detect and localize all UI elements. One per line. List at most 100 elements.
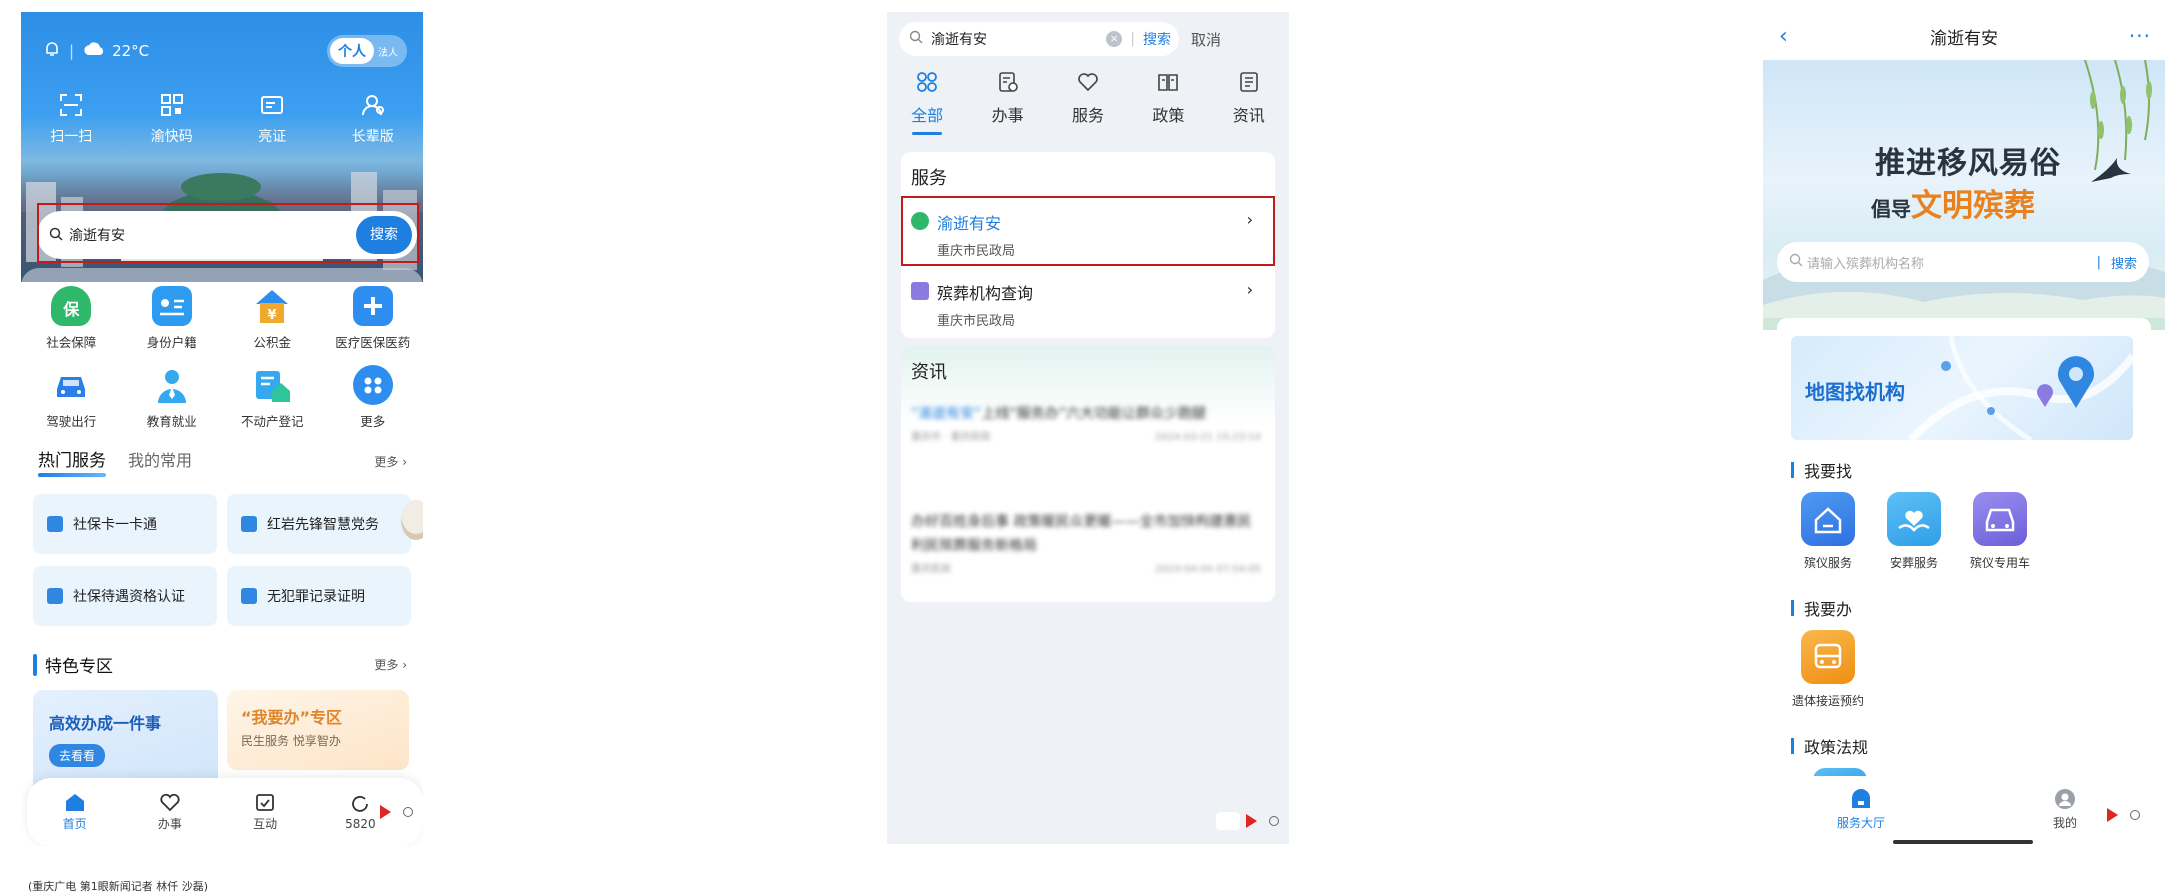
tab-label: 服务 <box>1071 106 1104 125</box>
nav-bar: ‹ 渝逝有安 ··· <box>1763 12 2165 60</box>
service-icon <box>47 588 63 604</box>
elder-icon <box>333 92 413 118</box>
home-content-panel: 保 社会保障 身份户籍 ¥ 公积金 医疗医保医药 驾驶出行 教育就业 不动产登记… <box>21 268 423 846</box>
home-icon <box>27 792 122 812</box>
card-title: “我要办”专区 <box>241 708 343 727</box>
category-label: 更多 <box>360 414 386 429</box>
service-icon <box>47 516 63 532</box>
tab-label: 政策 <box>1152 106 1185 125</box>
result-org: 重庆市民政局 <box>937 314 1016 329</box>
category-label: 公积金 <box>253 335 291 350</box>
news-item[interactable]: “渝逝有安”上线“服务办”六大功能让群众少跑腿 重庆市 · 重庆民政 2024-0… <box>911 402 1261 450</box>
service-card[interactable]: 社保卡一卡通 <box>33 494 217 554</box>
tab-my-frequent[interactable]: 我的常用 <box>128 447 192 471</box>
tab-label: 办事 <box>157 817 182 831</box>
go-see-button[interactable]: 去看看 <box>49 744 106 767</box>
service-body: 地图找机构 我要找 殡仪服务 安葬服务 殡仪专用车 我要办 遗体接运预约 政策法… <box>1777 318 2151 788</box>
toggle-personal[interactable]: 个人 <box>330 38 374 64</box>
tab-policy[interactable]: 政策 <box>1133 70 1203 135</box>
category-item[interactable]: 教育就业 <box>122 365 223 430</box>
more-link[interactable]: 更多 › <box>374 453 407 470</box>
tab-interact[interactable]: 互动 <box>218 792 313 832</box>
quick-action-label: 亮证 <box>258 129 287 145</box>
i-want-to-do-card[interactable]: “我要办”专区 民生服务 悦享智办 <box>227 690 409 770</box>
card-title: 高效办成一件事 <box>49 714 162 733</box>
tab-affairs[interactable]: 办事 <box>973 70 1043 135</box>
news-source: 重庆市 · 重庆民政 <box>911 432 991 443</box>
service-card[interactable]: 红岩先锋智慧党务 <box>227 494 411 554</box>
search-button[interactable]: 搜索 <box>1143 29 1171 49</box>
social-security-icon: 保 <box>51 286 92 326</box>
highlight-box <box>37 203 419 263</box>
tab-service-hall[interactable]: 服务大厅 <box>1837 788 1885 831</box>
section-marker <box>1791 738 1794 754</box>
map-find-org-card[interactable]: 地图找机构 <box>1791 336 2133 440</box>
real-estate-icon <box>252 365 292 405</box>
tab-affairs[interactable]: 办事 <box>122 792 217 832</box>
search-input[interactable]: 渝逝有安 <box>931 29 987 49</box>
play-icon[interactable] <box>2107 808 2118 822</box>
tab-service[interactable]: 服务 <box>1053 70 1123 135</box>
news-date: 2024-03-21 15:23:14 <box>1154 432 1261 443</box>
section-marker <box>1791 462 1794 478</box>
record-icon[interactable] <box>1269 816 1279 826</box>
more-link[interactable]: 更多 › <box>374 656 407 673</box>
find-item-hearse[interactable]: 殡仪专用车 <box>1957 492 2043 571</box>
search-button[interactable]: 搜索 <box>2111 253 2137 272</box>
funeral-org-search[interactable]: 请输入殡葬机构名称 | 搜索 <box>1777 242 2149 282</box>
service-card[interactable]: 社保待遇资格认证 <box>33 566 217 626</box>
category-item[interactable]: 医疗医保医药 <box>323 286 424 351</box>
bottom-tab-bar: 服务大厅 我的 <box>1763 776 2165 846</box>
medical-icon <box>352 286 393 326</box>
funeral-org-icon <box>911 282 929 300</box>
service-heart-icon <box>1053 70 1123 94</box>
section-title: 资讯 <box>911 362 947 383</box>
category-item[interactable]: 身份户籍 <box>122 286 223 351</box>
bottom-tab-bar: 首页 办事 互动 5820 <box>27 778 423 846</box>
tab-5820[interactable]: 5820 <box>313 794 408 831</box>
media-controls <box>1216 812 1279 830</box>
mascot-icon <box>401 500 423 540</box>
weather-temp: 22°C <box>112 42 150 60</box>
category-item[interactable]: 驾驶出行 <box>21 365 122 430</box>
bell-icon[interactable] <box>43 40 61 62</box>
service-card[interactable]: 无犯罪记录证明 <box>227 566 411 626</box>
record-icon[interactable] <box>2130 810 2140 820</box>
search-box[interactable]: 渝逝有安 × | 搜索 <box>899 22 1179 56</box>
news-results-card: 资讯 “渝逝有安”上线“服务办”六大功能让群众少跑腿 重庆市 · 重庆民政 202… <box>901 346 1275 602</box>
quick-action-card[interactable]: 亮证 <box>232 92 312 146</box>
search-input[interactable]: 请输入殡葬机构名称 <box>1807 253 1924 272</box>
quick-action-qr[interactable]: 渝快码 <box>132 92 212 146</box>
news-item[interactable]: 办好百姓身后事 政策暖民众更暖——全市加快构建惠民利民殡葬服务新格局 重庆民政 2… <box>911 510 1261 582</box>
news-date: 2024-04-04 07:54:05 <box>1154 564 1261 575</box>
policy-section-header: 政策法规 <box>1791 734 1868 758</box>
clear-icon[interactable]: × <box>1106 31 1123 47</box>
category-item[interactable]: ¥ 公积金 <box>222 286 323 351</box>
tab-all[interactable]: 全部 <box>892 70 962 135</box>
highlight-box <box>901 196 1275 266</box>
divider: | <box>2096 254 2101 270</box>
tab-news[interactable]: 资讯 <box>1214 70 1284 135</box>
quick-action-elder[interactable]: 长辈版 <box>333 92 413 146</box>
personal-business-toggle[interactable]: 个人 法人 <box>327 35 407 67</box>
category-item[interactable]: 更多 <box>323 365 424 430</box>
svg-text:¥: ¥ <box>268 308 277 323</box>
service-label: 社保卡一卡通 <box>73 517 157 533</box>
do-item-transport-booking[interactable]: 遗体接运预约 <box>1785 630 1871 709</box>
tab-mine[interactable]: 我的 <box>2053 788 2077 831</box>
find-item-funeral-service[interactable]: 殡仪服务 <box>1785 492 1871 571</box>
tab-hot-services[interactable]: 热门服务 <box>38 446 106 477</box>
toggle-business[interactable]: 法人 <box>374 44 404 59</box>
category-item[interactable]: 保 社会保障 <box>21 286 122 351</box>
category-item[interactable]: 不动产登记 <box>222 365 323 430</box>
find-item-burial-service[interactable]: 安葬服务 <box>1871 492 1957 571</box>
play-icon[interactable] <box>1246 814 1257 828</box>
search-bar-row: 渝逝有安 × | 搜索 取消 <box>899 22 1277 56</box>
item-label: 殡仪服务 <box>1803 556 1852 570</box>
result-item[interactable]: 殡葬机构查询 重庆市民政局 › <box>911 272 1265 340</box>
cancel-button[interactable]: 取消 <box>1191 29 1221 50</box>
quick-action-scan[interactable]: 扫一扫 <box>31 92 111 146</box>
category-label: 身份户籍 <box>146 335 197 350</box>
news-highlight: “渝逝有安” <box>911 406 982 422</box>
tab-home[interactable]: 首页 <box>27 792 122 832</box>
